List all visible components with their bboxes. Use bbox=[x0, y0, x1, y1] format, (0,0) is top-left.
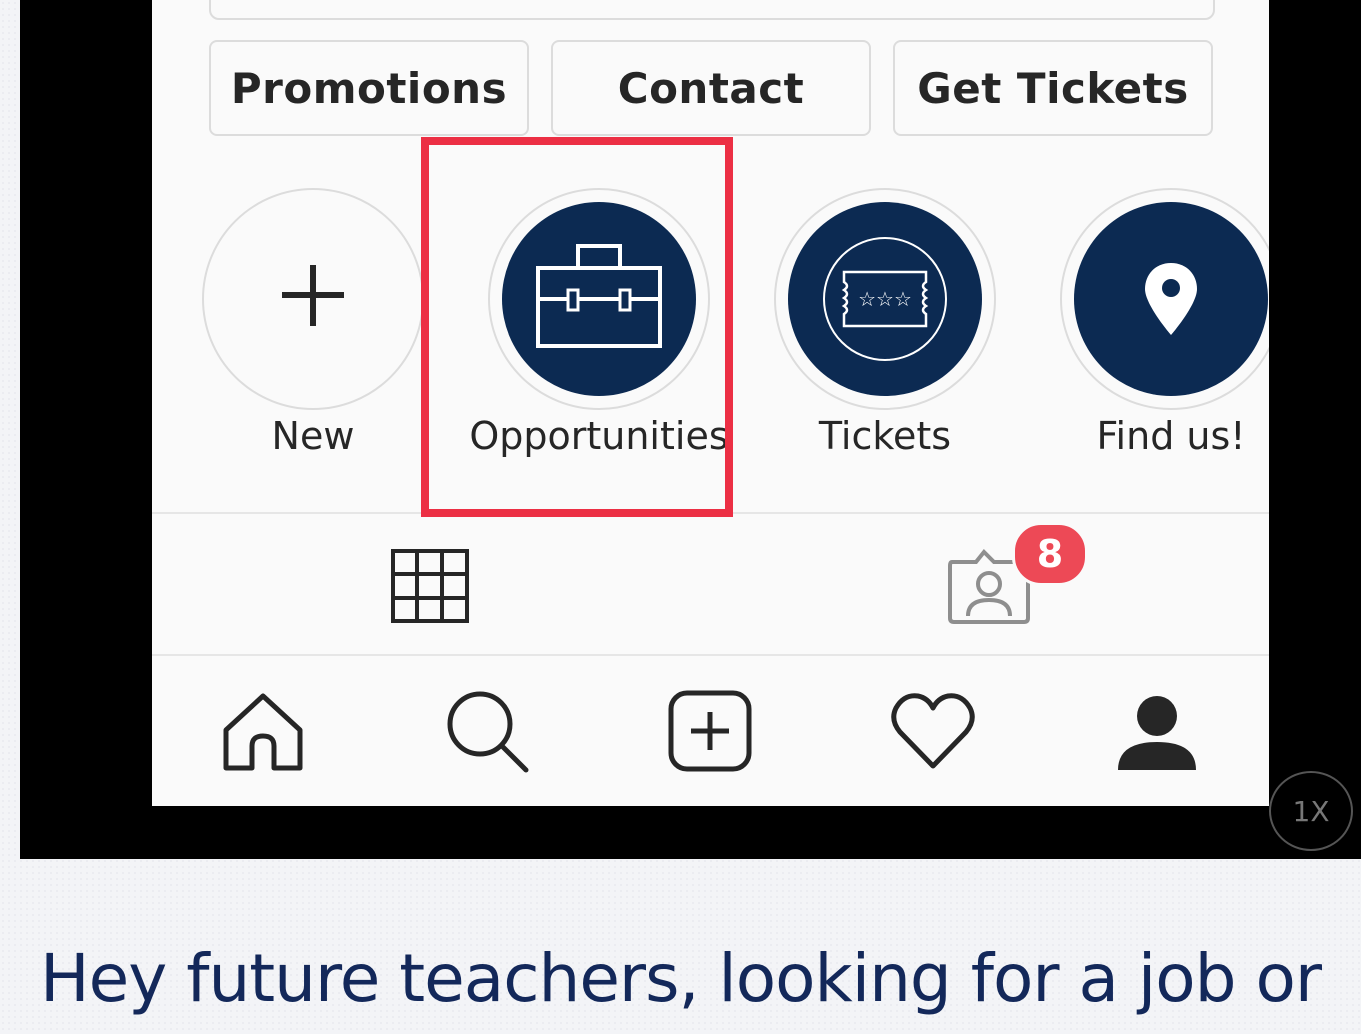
location-pin-icon bbox=[1145, 263, 1197, 335]
highlight-ring bbox=[1060, 188, 1269, 410]
plus-icon bbox=[282, 265, 344, 326]
profile-icon[interactable] bbox=[1112, 688, 1202, 778]
highlight-disc bbox=[1074, 202, 1268, 396]
add-post-icon[interactable] bbox=[666, 688, 756, 778]
notification-badge: 8 bbox=[1012, 522, 1088, 586]
caption-text: Hey future teachers, looking for a job o… bbox=[39, 940, 1322, 1017]
highlight-disc: ☆☆☆ bbox=[788, 202, 982, 396]
highlight-label: Find us! bbox=[1096, 414, 1246, 458]
callout-box bbox=[421, 137, 733, 517]
contact-button[interactable]: Contact bbox=[551, 40, 871, 136]
highlight-ring bbox=[202, 188, 424, 410]
grid-icon[interactable] bbox=[390, 548, 470, 624]
highlight-ring: ☆☆☆ bbox=[774, 188, 996, 410]
home-icon[interactable] bbox=[218, 688, 308, 778]
get-tickets-button[interactable]: Get Tickets bbox=[893, 40, 1213, 136]
top-button-partial[interactable] bbox=[209, 0, 1215, 20]
highlight-tickets[interactable]: ☆☆☆ Tickets bbox=[774, 188, 996, 458]
svg-text:☆☆☆: ☆☆☆ bbox=[858, 287, 912, 311]
ticket-icon: ☆☆☆ bbox=[823, 237, 947, 361]
heart-icon[interactable] bbox=[888, 688, 978, 778]
playback-speed-button[interactable]: 1X bbox=[1269, 771, 1353, 851]
highlight-new[interactable]: New bbox=[202, 188, 424, 458]
search-icon[interactable] bbox=[442, 688, 532, 778]
promotions-button[interactable]: Promotions bbox=[209, 40, 529, 136]
nav-divider bbox=[152, 654, 1269, 656]
highlight-find-us[interactable]: Find us! bbox=[1060, 188, 1269, 458]
